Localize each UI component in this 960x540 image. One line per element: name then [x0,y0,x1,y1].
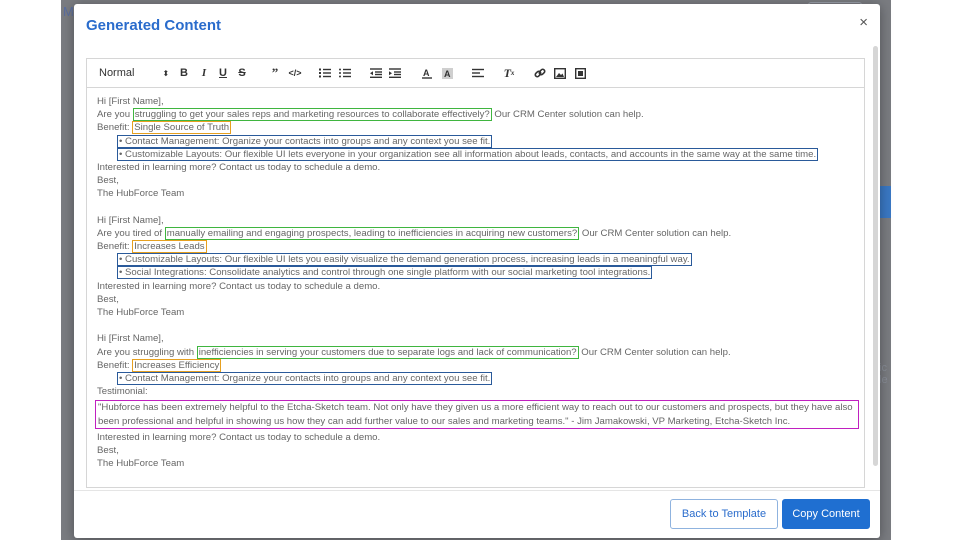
email-question: Are you struggling to get your sales rep… [97,108,644,122]
bold-icon[interactable]: B [177,59,191,87]
align-icon[interactable] [470,59,486,87]
bullet-list-icon[interactable] [337,59,353,87]
email-greeting: Hi [First Name], [97,96,164,107]
email-signature: The HubForce Team [97,458,185,470]
benefit-highlight: Increases Efficiency [132,358,222,372]
format-select-value: Normal [99,67,135,79]
format-select[interactable]: Normal ⬍ [99,59,169,87]
email-closing: Best, [97,444,119,456]
pain-point-highlight: struggling to get your sales reps and ma… [132,108,492,122]
strikethrough-icon[interactable]: S [235,59,249,87]
select-arrows-icon: ⬍ [162,68,170,78]
email-closing: Best, [97,175,119,187]
background-highlight-strip [880,186,891,218]
email-greeting: Hi [First Name], [97,214,164,226]
background-side-text: ic [879,362,887,374]
svg-text:A: A [444,69,451,79]
modal-scrollbar[interactable] [873,46,878,466]
feature-highlight: • Contact Management: Organize your cont… [117,134,493,148]
email-benefit: Benefit: Single Source of Truth [97,121,232,135]
email-cta: Interested in learning more? Contact us … [97,280,381,292]
copy-content-button[interactable]: Copy Content [782,499,870,529]
testimonial-label: Testimonial: [97,386,148,398]
email-cta: Interested in learning more? Contact us … [97,431,381,443]
code-icon[interactable]: </> [287,59,303,87]
svg-text:A: A [423,68,430,78]
email-benefit: Benefit: Increases Leads [97,240,207,254]
pain-point-highlight: manually emailing and engaging prospects… [164,226,580,240]
benefit-highlight: Single Source of Truth [132,121,232,135]
link-icon[interactable] [532,59,548,87]
feature-highlight: • Customizable Layouts: Our flexible UI … [117,147,819,161]
font-color-icon[interactable]: A [419,59,435,87]
pain-point-highlight: inefficiencies in serving your customers… [196,345,579,359]
feature-highlight: • Contact Management: Organize your cont… [117,371,493,385]
email-greeting: Hi [First Name], [97,333,164,345]
outdent-icon[interactable] [368,59,384,87]
email-signature: The HubForce Team [97,307,185,318]
back-to-template-button[interactable]: Back to Template [670,499,778,529]
rich-text-editor: Normal ⬍ B I U S ” </> A A T x Hi [First… [86,58,865,488]
background-text: M [63,4,74,19]
generated-content-modal: Generated Content × Normal ⬍ B I U S ” <… [74,4,880,538]
editor-content[interactable]: Hi [First Name], Are you struggling to g… [95,95,859,470]
email-closing: Best, [97,293,119,305]
email-cta: Interested in learning more? Contact us … [97,161,381,173]
underline-icon[interactable]: U [216,59,230,87]
email-question: Are you struggling with inefficiencies i… [97,345,731,359]
background-color-icon[interactable]: A [439,59,455,87]
background-side-text: le [879,374,888,386]
clear-format-icon[interactable]: Tx [501,59,517,87]
blockquote-icon[interactable]: ” [267,59,283,87]
feature-highlight: • Customizable Layouts: Our flexible UI … [117,253,692,267]
image-icon[interactable] [552,59,568,87]
email-signature: The HubForce Team [97,188,185,200]
editor-toolbar: Normal ⬍ B I U S ” </> A A T x [87,59,864,88]
ordered-list-icon[interactable] [317,59,333,87]
feature-highlight: • Social Integrations: Consolidate analy… [117,266,653,280]
email-benefit: Benefit: Increases Efficiency [97,358,222,372]
benefit-highlight: Increases Leads [132,240,207,254]
modal-footer: Back to Template Copy Content [74,490,880,539]
indent-icon[interactable] [387,59,403,87]
email-question: Are you tired of manually emailing and e… [97,226,732,240]
close-button[interactable]: × [859,14,868,32]
video-icon[interactable] [572,59,588,87]
testimonial-highlight: "Hubforce has been extremely helpful to … [95,400,859,429]
italic-icon[interactable]: I [197,59,211,87]
modal-title: Generated Content [86,17,222,34]
